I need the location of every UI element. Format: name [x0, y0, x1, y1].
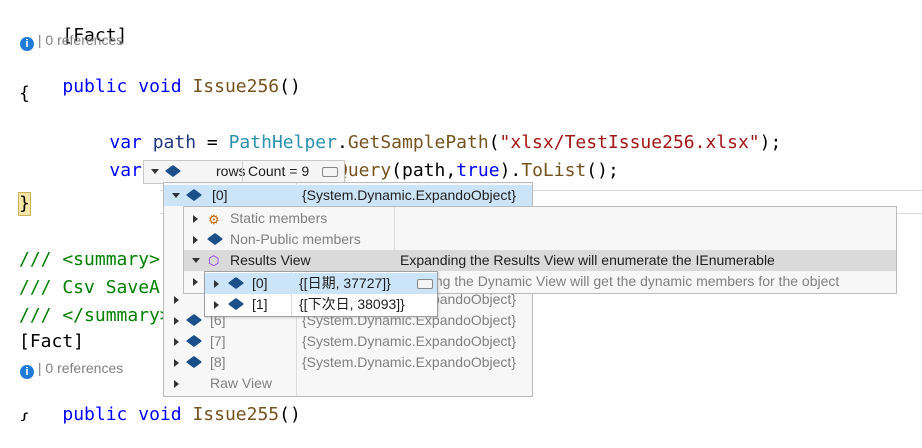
expand-arrow-icon[interactable]: [174, 359, 179, 367]
close-brace: }: [18, 192, 31, 216]
result-item-0[interactable]: [0] {[日期, 37727]}: [205, 273, 437, 294]
non-public-members[interactable]: Non-Public members: [184, 229, 896, 250]
partial-brace: {: [19, 410, 30, 421]
expand-arrow-icon[interactable]: [193, 215, 198, 223]
codelens-references[interactable]: i | 0 references: [20, 32, 123, 51]
list-item-7[interactable]: [7] {System.Dynamic.ExpandoObject}: [164, 331, 532, 352]
static-members-icon: ⚙: [208, 212, 220, 227]
object-icon: [164, 164, 182, 178]
object-icon: [227, 297, 245, 311]
fact-attribute-2: [Fact]: [19, 331, 85, 352]
results-view-icon: ⬡: [208, 253, 220, 268]
object-icon: [185, 334, 203, 348]
object-icon: [206, 232, 224, 246]
list-item-0[interactable]: [0] {System.Dynamic.ExpandoObject}: [164, 185, 532, 206]
expand-arrow-icon[interactable]: [174, 338, 179, 346]
expand-arrow-icon[interactable]: [174, 317, 179, 325]
list-item-raw-view[interactable]: Raw View: [164, 373, 532, 394]
expand-arrow-icon[interactable]: [214, 301, 219, 309]
doc-comment-summary-open: /// <summary>: [19, 249, 160, 270]
collapse-arrow-icon[interactable]: [192, 258, 200, 263]
doc-comment-summary-close: /// </summary>: [19, 305, 171, 326]
collapse-arrow-icon[interactable]: [172, 193, 180, 198]
expand-arrow-icon[interactable]: [193, 278, 198, 286]
object-icon: [185, 355, 203, 369]
results-view[interactable]: ⬡ Results View Expanding the Results Vie…: [184, 250, 896, 271]
info-icon: i: [20, 37, 34, 51]
expand-arrow-icon[interactable]: [193, 236, 198, 244]
info-icon: i: [20, 365, 34, 379]
datatip-results: [0] {[日期, 37727]} [1] {[下次日, 38093]}: [204, 271, 438, 317]
expand-arrow-icon[interactable]: [174, 296, 179, 304]
list-item-8[interactable]: [8] {System.Dynamic.ExpandoObject}: [164, 352, 532, 373]
doc-comment-text: /// Csv SaveA: [19, 277, 160, 298]
result-item-1[interactable]: [1] {[下次日, 38093]}: [205, 294, 437, 315]
object-icon: [185, 313, 203, 327]
codelens-separator: |: [37, 32, 42, 48]
open-brace: {: [19, 83, 30, 104]
collapse-arrow-icon[interactable]: [151, 169, 159, 174]
static-members[interactable]: ⚙ Static members: [184, 208, 896, 229]
object-icon: [227, 276, 245, 290]
expand-arrow-icon[interactable]: [214, 280, 219, 288]
codelens-references-2[interactable]: i | 0 references: [20, 360, 123, 379]
expand-arrow-icon[interactable]: [174, 380, 179, 388]
datatip-root-value: Count = 9: [248, 163, 310, 179]
datatip-divider: [242, 161, 243, 183]
codelens-separator: |: [37, 360, 42, 376]
datatip-root: rows Count = 9: [143, 160, 345, 184]
object-icon: [185, 188, 203, 202]
pin-icon[interactable]: [322, 167, 338, 177]
pin-icon[interactable]: [417, 279, 433, 289]
